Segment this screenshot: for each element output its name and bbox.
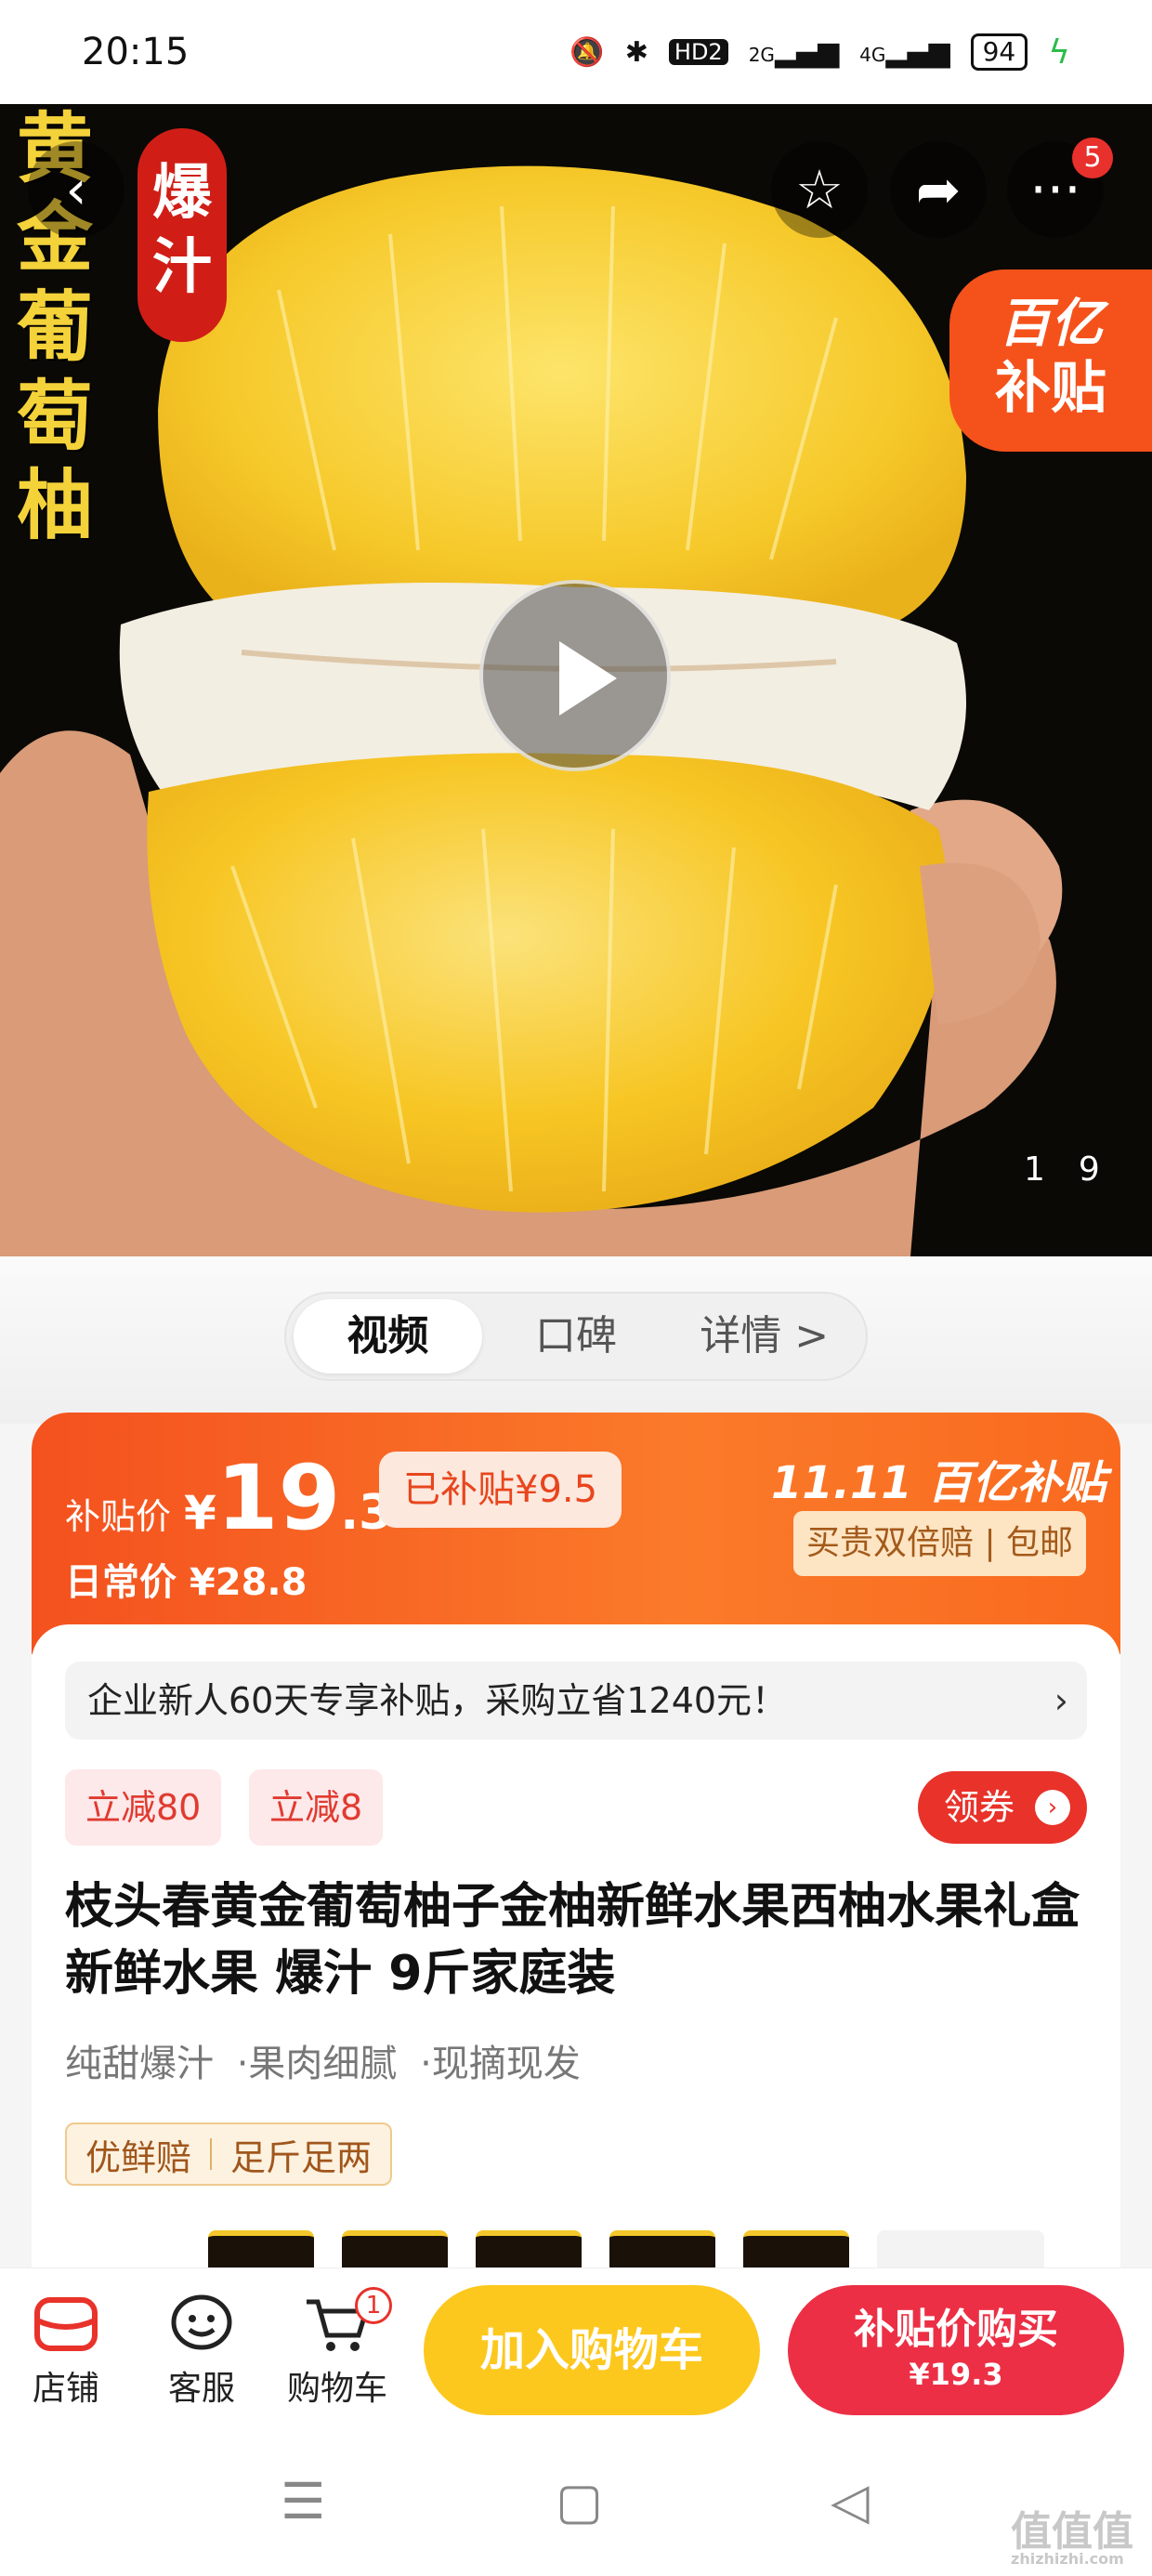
coupon-tag-1[interactable]: 立减80 bbox=[65, 1769, 222, 1846]
cart-button[interactable]: 1 购物车 bbox=[286, 2287, 392, 2410]
cart-count-badge: 1 bbox=[355, 2287, 392, 2324]
buy-now-button[interactable]: 补贴价购买 ¥19.3 bbox=[788, 2285, 1124, 2415]
hd-voice-icon: HD2 bbox=[668, 39, 728, 65]
buy-now-price: ¥19.3 bbox=[909, 2357, 1003, 2392]
system-navigation-bar: ☰ ▢ ◁ bbox=[0, 2425, 1152, 2576]
customer-service-button[interactable]: 客服 bbox=[151, 2293, 253, 2410]
variant-thumbnail[interactable] bbox=[609, 2230, 715, 2267]
signal-2g-icon: 2G▂▄▆ bbox=[748, 35, 840, 69]
bluetooth-icon: ✱ bbox=[624, 35, 648, 69]
feature-item: 纯甜爆汁 bbox=[65, 2043, 214, 2085]
status-time: 20:15 bbox=[82, 31, 190, 73]
variant-thumbnail[interactable] bbox=[342, 2230, 448, 2267]
variant-thumbnail[interactable] bbox=[476, 2230, 582, 2267]
price-currency: ¥ bbox=[184, 1486, 216, 1540]
bottom-action-bar: 店铺 客服 1 购物车 加入购物车 补贴价购买 ¥19.3 bbox=[0, 2267, 1152, 2425]
get-coupon-button[interactable]: 领券 › bbox=[918, 1771, 1087, 1844]
get-coupon-arrow-icon: › bbox=[1035, 1790, 1070, 1825]
watermark-main: 值值值 bbox=[1011, 2508, 1133, 2556]
site-watermark: 值值值 zhizhizhi.com bbox=[1011, 2498, 1133, 2568]
shop-button[interactable]: 店铺 bbox=[15, 2293, 117, 2410]
add-to-cart-button[interactable]: 加入购物车 bbox=[424, 2285, 760, 2415]
status-icons: 🔕 ✱ HD2 2G▂▄▆ 4G▂▄▆ 94 ϟ bbox=[569, 33, 1070, 72]
battery-icon: 94 bbox=[970, 33, 1028, 71]
pager-total: 9 bbox=[1078, 1150, 1107, 1189]
watermark-url: zhizhizhi.com bbox=[1011, 2550, 1124, 2568]
cart-label: 购物车 bbox=[286, 2370, 387, 2408]
notice-text: 企业新人60天专享补贴，采购立省1240元！ bbox=[87, 1680, 788, 1721]
pager-current: 1 bbox=[1024, 1150, 1053, 1189]
service-tag-item: 足斤足两 bbox=[230, 2136, 373, 2178]
star-icon: ☆ bbox=[795, 158, 844, 221]
share-button[interactable]: ➦ bbox=[890, 141, 987, 238]
saved-amount-badge: 已补贴¥9.5 bbox=[379, 1452, 622, 1528]
product-page: { "status_bar": { "time": "20:15", "netw… bbox=[0, 0, 1152, 2576]
message-count-badge: 5 bbox=[1072, 138, 1113, 178]
media-tabs: 视频 口碑 详情 > bbox=[284, 1292, 868, 1381]
home-icon[interactable]: ▢ bbox=[556, 2472, 603, 2530]
variant-thumbnail-more[interactable] bbox=[877, 2230, 1044, 2267]
signal-4g-label: 4G bbox=[859, 43, 886, 66]
product-hero-image[interactable]: 黄金葡萄柚 爆汁 京东金榜 ‹ ☆ ➦ ··· 5 百亿 补贴 19 bbox=[0, 104, 1152, 1256]
play-video-button[interactable] bbox=[479, 580, 671, 771]
chevron-right-icon: › bbox=[1054, 1680, 1068, 1721]
variant-thumbnail[interactable] bbox=[208, 2230, 314, 2267]
shop-icon bbox=[34, 2297, 98, 2351]
feature-item: ·果肉细腻 bbox=[236, 2043, 398, 2085]
image-pager: 19 bbox=[1011, 1150, 1120, 1189]
subsidy-badge: 百亿 补贴 bbox=[949, 269, 1152, 452]
feature-list: 纯甜爆汁 ·果肉细腻 ·现摘现发 bbox=[65, 2033, 592, 2087]
customer-service-label: 客服 bbox=[167, 2370, 235, 2408]
feature-item: ·现摘现发 bbox=[420, 2043, 581, 2085]
tab-details[interactable]: 详情 > bbox=[670, 1299, 858, 1373]
subsidy-price-label: 补贴价 bbox=[65, 1496, 172, 1537]
signal-4g-icon: 4G▂▄▆ bbox=[859, 35, 950, 69]
promo-brand: 11.11 百亿补贴 bbox=[771, 1457, 1106, 1509]
buy-now-label: 补贴价购买 bbox=[854, 2306, 1058, 2353]
status-bar: 20:15 🔕 ✱ HD2 2G▂▄▆ 4G▂▄▆ 94 ϟ bbox=[0, 0, 1152, 104]
juice-tag: 爆汁 bbox=[137, 128, 227, 342]
service-tags[interactable]: 优鲜赔 足斤足两 bbox=[65, 2123, 393, 2186]
price-integer: 19 bbox=[216, 1446, 341, 1550]
subsidy-price: 补贴价 ¥ 19 .3 bbox=[65, 1453, 392, 1543]
product-details: 企业新人60天专享补贴，采购立省1240元！ › 立减80 立减8 领券 › 枝… bbox=[32, 1624, 1120, 2305]
share-icon: ➦ bbox=[915, 158, 962, 221]
coupon-tag-2[interactable]: 立减8 bbox=[249, 1769, 384, 1846]
get-coupon-label: 领券 bbox=[944, 1787, 1015, 1828]
back-button[interactable]: ‹ bbox=[28, 141, 124, 238]
tab-reviews[interactable]: 口碑 bbox=[482, 1299, 671, 1373]
enterprise-notice[interactable]: 企业新人60天专享补贴，采购立省1240元！ › bbox=[65, 1662, 1087, 1740]
variant-thumbnail[interactable] bbox=[743, 2230, 849, 2267]
product-info-card: 补贴价 ¥ 19 .3 已补贴¥9.5 日常价 ¥28.8 11.11 百亿补贴… bbox=[32, 1413, 1120, 2305]
product-title: 枝头春黄金葡萄柚子金柚新鲜水果西柚水果礼盒新鲜水果 爆汁 9斤家庭装 bbox=[65, 1879, 1080, 2002]
subsidy-badge-line2: 补贴 bbox=[995, 356, 1106, 421]
service-tag-item: 优鲜赔 bbox=[85, 2136, 192, 2178]
tab-video[interactable]: 视频 bbox=[294, 1299, 482, 1373]
signal-2g-label: 2G bbox=[748, 43, 775, 66]
price-band: 补贴价 ¥ 19 .3 已补贴¥9.5 日常价 ¥28.8 11.11 百亿补贴… bbox=[32, 1413, 1120, 1654]
guarantee-tag: 买贵双倍赔 | 包邮 bbox=[793, 1511, 1087, 1576]
promo-logo[interactable]: 11.11 百亿补贴 › bbox=[771, 1446, 1120, 1511]
variant-thumbnails bbox=[208, 2230, 1044, 2267]
favorite-button[interactable]: ☆ bbox=[771, 141, 868, 238]
charging-icon: ϟ bbox=[1048, 33, 1070, 72]
cart-icon-wrap: 1 bbox=[303, 2287, 392, 2354]
menu-icon[interactable]: ☰ bbox=[281, 2472, 325, 2530]
chat-smile-icon bbox=[171, 2294, 232, 2350]
back-arrow-icon: ‹ bbox=[65, 158, 87, 221]
shop-label: 店铺 bbox=[32, 2370, 99, 2408]
regular-price: 日常价 ¥28.8 bbox=[65, 1561, 308, 1604]
more-icon: ··· bbox=[1029, 158, 1081, 221]
back-icon[interactable]: ◁ bbox=[831, 2472, 870, 2530]
subsidy-badge-line1: 百亿 bbox=[999, 294, 1103, 354]
mute-icon: 🔕 bbox=[569, 35, 605, 69]
